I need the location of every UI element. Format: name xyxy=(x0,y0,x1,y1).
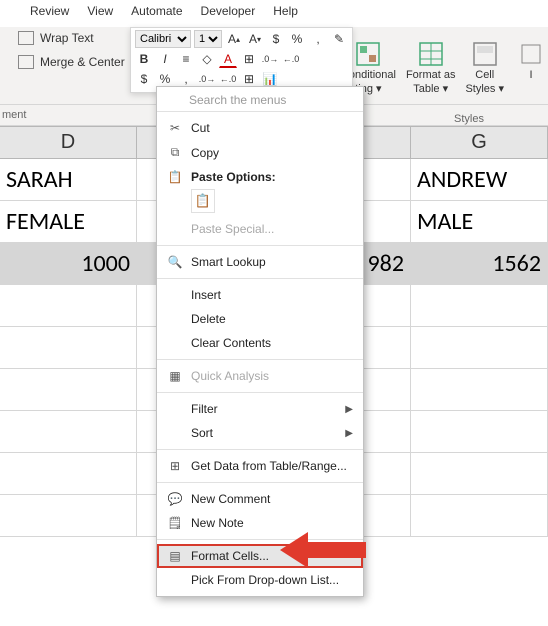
styles-group-label: Styles xyxy=(454,113,484,125)
cell[interactable]: ANDREW xyxy=(411,159,548,201)
cell[interactable]: SARAH xyxy=(0,159,137,201)
font-size-select[interactable]: 11 xyxy=(194,30,222,48)
bold-icon[interactable]: B xyxy=(135,50,153,68)
clipboard-icon: 📋 xyxy=(165,170,185,184)
cell[interactable]: 1562 xyxy=(411,243,548,285)
font-color-icon[interactable]: A xyxy=(219,50,237,68)
menu-sort[interactable]: Sort▶ xyxy=(157,421,363,445)
menu-get-data[interactable]: ⊞ Get Data from Table/Range... xyxy=(157,454,363,478)
cell[interactable]: MALE xyxy=(411,201,548,243)
tab-help[interactable]: Help xyxy=(273,4,298,18)
chevron-right-icon: ▶ xyxy=(345,428,353,439)
font-name-select[interactable]: Calibri xyxy=(135,30,191,48)
cell[interactable] xyxy=(0,327,137,369)
quick-analysis-icon: ▦ xyxy=(165,369,185,383)
menu-insert[interactable]: Insert xyxy=(157,283,363,307)
decrease-decimal-icon[interactable]: ←.0 xyxy=(282,50,300,68)
menu-smart-lookup[interactable]: 🔍 Smart Lookup xyxy=(157,250,363,274)
cell[interactable] xyxy=(0,369,137,411)
wrap-text-icon xyxy=(18,31,34,45)
note-icon: 🗒 xyxy=(165,516,185,530)
menu-cut[interactable]: ✂ Cut xyxy=(157,116,363,140)
menu-paste-options-label: 📋 Paste Options: xyxy=(157,165,363,189)
scissors-icon: ✂ xyxy=(165,121,185,135)
table-data-icon: ⊞ xyxy=(165,459,185,473)
annotation-arrow xyxy=(280,528,370,572)
tab-automate[interactable]: Automate xyxy=(131,4,182,18)
comment-icon: 💬 xyxy=(165,492,185,506)
context-menu: Search the menus ✂ Cut ⧉ Copy 📋 Paste Op… xyxy=(156,86,364,597)
tab-developer[interactable]: Developer xyxy=(201,4,256,18)
menu-copy[interactable]: ⧉ Copy xyxy=(157,140,363,165)
menu-clear-contents[interactable]: Clear Contents xyxy=(157,331,363,355)
cell[interactable] xyxy=(411,327,548,369)
increase-decimal-icon[interactable]: .0→ xyxy=(261,50,279,68)
percent-icon[interactable]: % xyxy=(288,30,306,48)
menu-new-comment[interactable]: 💬 New Comment xyxy=(157,487,363,511)
decrease-font-icon[interactable]: A▾ xyxy=(246,30,264,48)
cell[interactable] xyxy=(0,285,137,327)
cell[interactable] xyxy=(411,495,548,537)
increase-font-icon[interactable]: A▴ xyxy=(225,30,243,48)
tab-review[interactable]: Review xyxy=(30,4,69,18)
merge-icon xyxy=(18,55,34,69)
ribbon-tabs: Review View Automate Developer Help xyxy=(0,0,548,27)
comma-icon[interactable]: , xyxy=(309,30,327,48)
copy-icon: ⧉ xyxy=(165,145,185,160)
cell[interactable] xyxy=(411,411,548,453)
conditional-formatting-icon xyxy=(355,41,381,67)
format-painter-icon[interactable]: ✎ xyxy=(330,30,348,48)
mini-toolbar: Calibri 11 A▴ A▾ $ % , ✎ B I ≡ ◇ A ⊞ .0→… xyxy=(130,27,353,93)
cell-styles-icon xyxy=(472,41,498,67)
cell[interactable] xyxy=(0,453,137,495)
cell[interactable] xyxy=(411,285,548,327)
tab-view[interactable]: View xyxy=(87,4,113,18)
format-as-table-button[interactable]: Format as Table ▾ xyxy=(406,41,456,95)
cell[interactable] xyxy=(0,495,137,537)
menu-filter[interactable]: Filter▶ xyxy=(157,397,363,421)
wrap-text-label: Wrap Text xyxy=(40,31,94,45)
format-cells-icon: ▤ xyxy=(165,549,185,563)
menu-delete[interactable]: Delete xyxy=(157,307,363,331)
cell[interactable]: 1000 xyxy=(0,243,137,285)
col-header-d[interactable]: D xyxy=(0,127,137,158)
chevron-right-icon: ▶ xyxy=(345,404,353,415)
cell[interactable] xyxy=(0,411,137,453)
italic-icon[interactable]: I xyxy=(156,50,174,68)
styles-group: Conditional ting ▾ Format as Table ▾ Cel… xyxy=(341,41,544,95)
cell-styles-button[interactable]: Cell Styles ▾ xyxy=(465,41,504,95)
insert-partial[interactable]: I xyxy=(518,41,544,81)
col-header-g[interactable]: G xyxy=(411,127,548,158)
menu-quick-analysis: ▦ Quick Analysis xyxy=(157,364,363,388)
menu-search[interactable]: Search the menus xyxy=(189,93,355,107)
format-table-icon xyxy=(418,41,444,67)
menu-paste-special: Paste Special... xyxy=(157,217,363,241)
align-icon[interactable]: ≡ xyxy=(177,50,195,68)
currency2-icon[interactable]: $ xyxy=(135,70,153,88)
fill-color-icon[interactable]: ◇ xyxy=(198,50,216,68)
insert-icon xyxy=(518,41,544,67)
cell[interactable]: FEMALE xyxy=(0,201,137,243)
borders-icon[interactable]: ⊞ xyxy=(240,50,258,68)
merge-label: Merge & Center xyxy=(40,55,125,69)
currency-icon[interactable]: $ xyxy=(267,30,285,48)
paste-option-1[interactable]: 📋 xyxy=(191,189,215,213)
cell[interactable] xyxy=(411,453,548,495)
search-icon: 🔍 xyxy=(165,255,185,269)
cell[interactable] xyxy=(411,369,548,411)
